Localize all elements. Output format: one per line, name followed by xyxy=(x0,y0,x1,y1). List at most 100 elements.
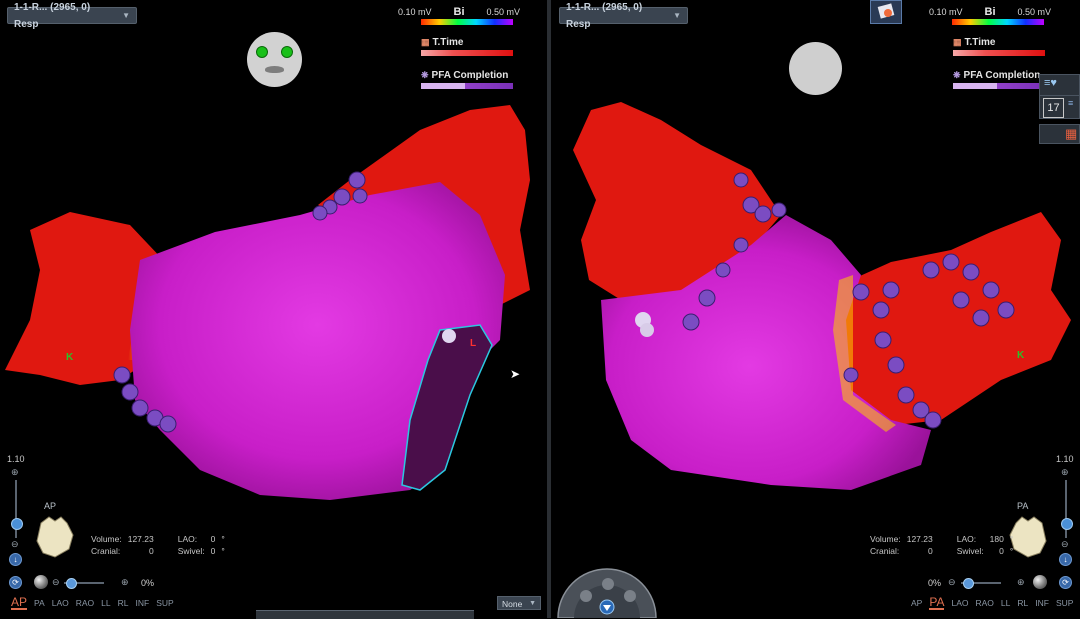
view-ap[interactable]: AP xyxy=(11,596,28,610)
voltage-color-bar xyxy=(421,19,513,25)
opacity-plus-icon[interactable]: ⊕ xyxy=(121,577,129,588)
lao-value: 180 xyxy=(989,534,1004,544)
navigation-dial[interactable] xyxy=(556,558,658,618)
map-selector-dropdown[interactable]: 1-1-R... (2965, 0) Resp ▼ xyxy=(7,2,137,30)
counter-tool[interactable]: 17 ≡ xyxy=(1039,95,1080,119)
view-rao[interactable]: RAO xyxy=(975,598,993,608)
zoom-slider[interactable] xyxy=(1061,480,1073,538)
cranial-value: 0 xyxy=(927,546,933,556)
opacity-slider[interactable] xyxy=(961,578,1001,589)
reset-view-button[interactable]: ↓ xyxy=(1059,553,1072,566)
zoom-plus-icon[interactable]: ⊕ xyxy=(1061,467,1069,478)
view-ll[interactable]: LL xyxy=(101,598,110,608)
map-selector-label: 1-1-R... (2965, 0) Resp xyxy=(14,1,91,30)
left-map-viewport[interactable]: 1-1-R... (2965, 0) Resp ▼ 0.10 mV Bi 0.5… xyxy=(0,0,547,618)
pfa-completion-bar xyxy=(421,83,513,89)
opacity-minus-icon[interactable]: ⊖ xyxy=(52,577,60,588)
ttime-label: T.Time xyxy=(964,37,996,48)
view-sup[interactable]: SUP xyxy=(156,598,173,608)
volume-value: 127.23 xyxy=(906,534,933,544)
cranial-value: 0 xyxy=(148,546,154,556)
swivel-value: 0 xyxy=(210,546,216,556)
view-lao[interactable]: LAO xyxy=(52,598,69,608)
voltage-scale-legend: 0.10 mV Bi 0.50 mV xyxy=(929,6,1051,25)
scale-min: 0.10 mV xyxy=(398,7,432,17)
pfa-icon: ❋ xyxy=(421,70,429,80)
chevron-down-icon: ▼ xyxy=(673,11,681,20)
view-pa[interactable]: PA xyxy=(929,596,945,610)
catheter-tool-icon xyxy=(624,590,636,602)
zoom-slider-knob[interactable] xyxy=(11,518,23,530)
view-info-panel: Volume: 127.23 LAO: 180 ° Cranial: 0 Swivel: 0 ° xyxy=(867,533,1016,557)
view-inf[interactable]: INF xyxy=(136,598,150,608)
scale-type: Bi xyxy=(453,6,465,18)
pfa-completion-bar xyxy=(953,83,1045,89)
mouse-cursor-icon: ➤ xyxy=(510,367,521,381)
layers-icon xyxy=(877,3,895,19)
ttime-legend[interactable]: ▦ T.Time xyxy=(421,37,513,56)
view-rl[interactable]: RL xyxy=(1017,598,1028,608)
view-presets[interactable]: AP PA LAO RAO LL RL INF SUP xyxy=(911,596,1073,610)
catheter-tool-icon xyxy=(602,578,614,590)
right-map-viewport[interactable]: 1-1-R... (2965, 0) Resp ▼ 0.10 mV Bi 0.5… xyxy=(551,0,1080,618)
view-info-panel: Volume: 127.23 LAO: 0 ° Cranial: 0 Swivel: 0 ° xyxy=(88,533,228,557)
sphere-icon[interactable] xyxy=(34,575,48,589)
map-tool-button[interactable] xyxy=(870,0,902,24)
opacity-percent: 0% xyxy=(928,578,942,588)
heart-tool-button[interactable]: ≡♥ xyxy=(1039,74,1080,96)
marker-k: K xyxy=(66,352,74,363)
view-sup[interactable]: SUP xyxy=(1056,598,1073,608)
volume-value: 127.23 xyxy=(127,534,154,544)
volume-label: Volume: xyxy=(91,534,122,544)
zoom-minus-icon[interactable]: ⊖ xyxy=(1061,539,1069,550)
heart-orientation-icon xyxy=(36,516,74,558)
zoom-plus-icon[interactable]: ⊕ xyxy=(11,467,19,478)
rotate-button[interactable]: ⟳ xyxy=(9,576,22,589)
ttime-legend[interactable]: ▦ T.Time xyxy=(953,37,1045,56)
voltage-scale-legend: 0.10 mV Bi 0.50 mV xyxy=(398,6,520,25)
opacity-plus-icon[interactable]: ⊕ xyxy=(1017,577,1025,588)
orientation-back-icon xyxy=(789,42,842,95)
zoom-minus-icon[interactable]: ⊖ xyxy=(11,539,19,550)
reset-view-button[interactable]: ↓ xyxy=(9,553,22,566)
display-select[interactable]: None ▼ xyxy=(497,596,541,610)
view-ll[interactable]: LL xyxy=(1001,598,1010,608)
pfa-legend[interactable]: ❋ PFA Completion xyxy=(421,70,513,89)
chevron-down-icon: ▼ xyxy=(529,600,536,607)
cranial-label: Cranial: xyxy=(870,546,900,556)
opacity-slider-knob[interactable] xyxy=(66,578,77,589)
orientation-label: AP xyxy=(44,501,57,511)
view-ap[interactable]: AP xyxy=(911,598,922,608)
view-inf[interactable]: INF xyxy=(1035,598,1049,608)
marker-k: K xyxy=(1017,350,1025,361)
view-rl[interactable]: RL xyxy=(118,598,129,608)
marker-l: L xyxy=(470,338,477,349)
ttime-icon: ▦ xyxy=(953,37,962,47)
zoom-value: 1.10 xyxy=(7,454,25,464)
pfa-legend[interactable]: ❋ PFA Completion xyxy=(953,70,1045,89)
volume-label: Volume: xyxy=(870,534,901,544)
opacity-minus-icon[interactable]: ⊖ xyxy=(948,577,956,588)
swivel-label: Swivel: xyxy=(177,546,205,556)
grid-tool-button[interactable]: ▦ xyxy=(1039,124,1080,144)
voltage-color-bar xyxy=(952,19,1044,25)
view-lao[interactable]: LAO xyxy=(951,598,968,608)
ttime-color-bar xyxy=(953,50,1045,56)
zoom-slider-knob[interactable] xyxy=(1061,518,1073,530)
swivel-label: Swivel: xyxy=(956,546,984,556)
sphere-icon[interactable] xyxy=(1033,575,1047,589)
rotate-button[interactable]: ⟳ xyxy=(1059,576,1072,589)
opacity-slider-knob[interactable] xyxy=(963,578,974,589)
red-region-right xyxy=(836,212,1071,425)
map-selector-dropdown[interactable]: 1-1-R... (2965, 0) Resp ▼ xyxy=(559,2,688,30)
list-icon: ≡ xyxy=(1068,98,1074,108)
view-presets[interactable]: AP PA LAO RAO LL RL INF SUP xyxy=(11,596,174,610)
opacity-slider[interactable] xyxy=(64,578,104,589)
view-pa[interactable]: PA xyxy=(34,598,45,608)
scale-max: 0.50 mV xyxy=(1017,7,1052,17)
zoom-slider[interactable] xyxy=(11,480,23,538)
heart-icon: ≡♥ xyxy=(1044,77,1057,89)
left-anatomy-map[interactable] xyxy=(0,0,547,618)
view-rao[interactable]: RAO xyxy=(76,598,94,608)
ttime-label: T.Time xyxy=(432,37,464,48)
